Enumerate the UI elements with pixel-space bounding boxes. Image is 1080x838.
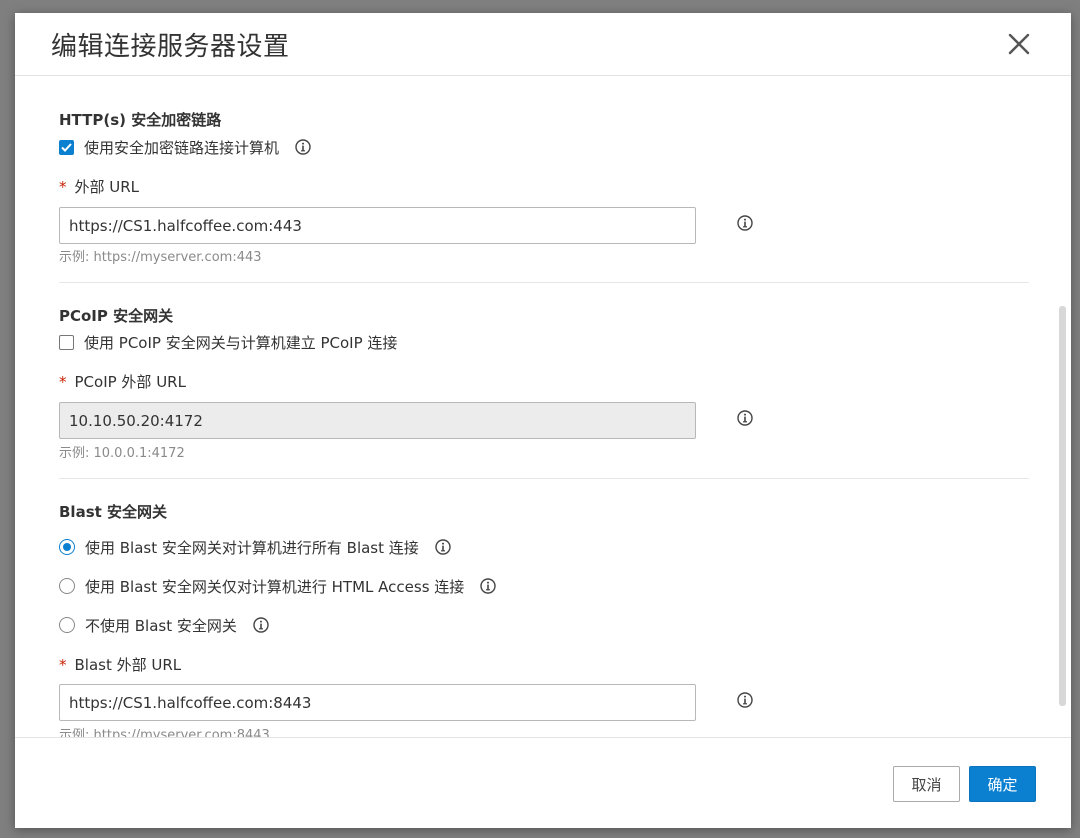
secure-tunnel-checkbox[interactable] <box>59 139 74 155</box>
blast-url-label-text: Blast 外部 URL <box>74 656 182 674</box>
scrollbar[interactable] <box>1059 306 1066 706</box>
blast-option-none-radio[interactable] <box>59 617 75 633</box>
blast-option-label: 使用 Blast 安全网关仅对计算机进行 HTML Access 连接 <box>85 577 465 596</box>
required-marker: * <box>59 373 67 391</box>
pcoip-gateway-checkbox[interactable] <box>59 334 74 350</box>
blast-option-all[interactable]: 使用 Blast 安全网关对计算机进行所有 Blast 连接 <box>59 537 451 557</box>
blast-url-hint: 示例: https://myserver.com:8443 <box>59 728 270 737</box>
external-url-hint: 示例: https://myserver.com:443 <box>59 250 262 265</box>
info-icon[interactable] <box>295 139 311 155</box>
https-section-title: HTTP(s) 安全加密链路 <box>59 111 222 129</box>
external-url-label-text: 外部 URL <box>74 178 140 196</box>
dialog-header: 编辑连接服务器设置 <box>15 13 1071 76</box>
edit-connection-server-dialog: 编辑连接服务器设置 HTTP(s) 安全加密链路 使用安全加密链路连接计算机 *… <box>15 13 1071 828</box>
ok-button[interactable]: 确定 <box>969 766 1036 802</box>
blast-option-label: 不使用 Blast 安全网关 <box>85 616 237 635</box>
pcoip-url-label-text: PCoIP 外部 URL <box>74 373 186 391</box>
blast-option-html-access[interactable]: 使用 Blast 安全网关仅对计算机进行 HTML Access 连接 <box>59 576 496 596</box>
secure-tunnel-label: 使用安全加密链路连接计算机 <box>84 138 280 157</box>
pcoip-section-title: PCoIP 安全网关 <box>59 307 174 325</box>
blast-option-html-access-radio[interactable] <box>59 578 75 594</box>
dialog-title: 编辑连接服务器设置 <box>51 32 290 62</box>
info-icon[interactable] <box>253 617 269 633</box>
close-icon[interactable] <box>1007 32 1031 56</box>
dialog-footer: 取消 确定 <box>15 737 1071 829</box>
pcoip-url-input <box>59 402 696 439</box>
external-url-label: * 外部 URL <box>59 176 139 197</box>
blast-section-title: Blast 安全网关 <box>59 503 168 521</box>
info-icon[interactable] <box>737 692 753 708</box>
section-divider <box>59 282 1029 283</box>
required-marker: * <box>59 656 67 674</box>
pcoip-gateway-label: 使用 PCoIP 安全网关与计算机建立 PCoIP 连接 <box>84 333 398 352</box>
external-url-input[interactable] <box>59 207 696 244</box>
info-icon[interactable] <box>480 578 496 594</box>
secure-tunnel-option[interactable]: 使用安全加密链路连接计算机 <box>59 137 311 157</box>
blast-option-none[interactable]: 不使用 Blast 安全网关 <box>59 615 269 635</box>
dialog-body: HTTP(s) 安全加密链路 使用安全加密链路连接计算机 * 外部 URL 示例:… <box>15 76 1071 737</box>
blast-option-all-radio[interactable] <box>59 539 75 555</box>
checkmark-icon <box>61 142 72 152</box>
blast-url-input[interactable] <box>59 684 696 721</box>
pcoip-gateway-option[interactable]: 使用 PCoIP 安全网关与计算机建立 PCoIP 连接 <box>59 332 397 352</box>
cancel-button[interactable]: 取消 <box>893 766 960 802</box>
info-icon[interactable] <box>435 539 451 555</box>
blast-url-label: * Blast 外部 URL <box>59 654 181 675</box>
info-icon[interactable] <box>737 410 753 426</box>
blast-option-label: 使用 Blast 安全网关对计算机进行所有 Blast 连接 <box>85 538 419 557</box>
pcoip-url-label: * PCoIP 外部 URL <box>59 371 186 392</box>
required-marker: * <box>59 178 67 196</box>
info-icon[interactable] <box>737 215 753 231</box>
pcoip-url-hint: 示例: 10.0.0.1:4172 <box>59 446 185 461</box>
section-divider <box>59 478 1029 479</box>
